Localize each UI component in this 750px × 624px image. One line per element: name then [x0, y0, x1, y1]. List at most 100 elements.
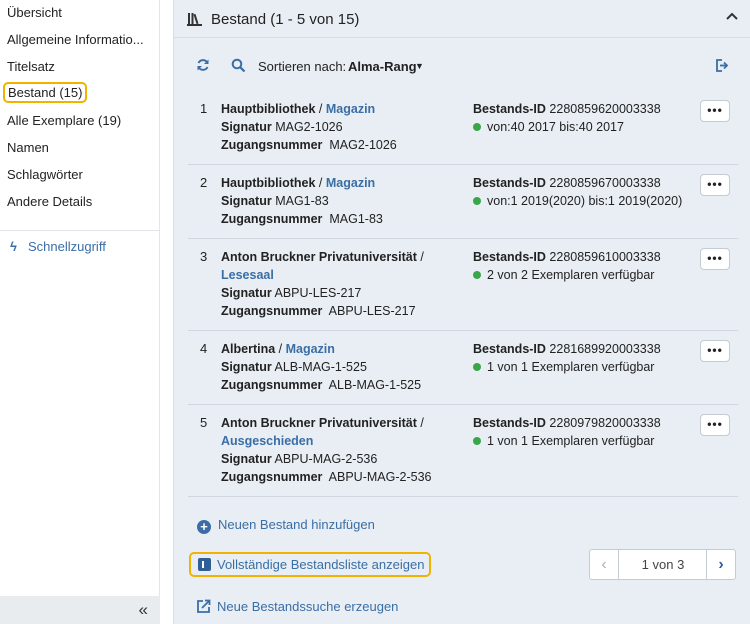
quick-access-link[interactable]: ϟ Schnellzugriff	[10, 239, 106, 254]
library-books-icon	[187, 13, 202, 26]
holding-id: 2280859670003338	[549, 176, 661, 190]
separator: /	[275, 342, 286, 356]
signatur-label: Signatur	[221, 360, 272, 374]
status-text: von:1 2019(2020) bis:1 2019(2020)	[487, 194, 683, 208]
more-actions-button[interactable]: •••	[700, 100, 730, 122]
row-number: 5	[200, 415, 208, 430]
sidebar-collapse-bar: «	[0, 596, 160, 624]
plus-circle-icon: +	[197, 520, 211, 534]
separator: /	[416, 416, 424, 430]
sidebar-item-record[interactable]: Titelsatz	[7, 59, 55, 74]
double-chevron-left-icon[interactable]: «	[139, 600, 148, 620]
signatur-value: ABPU-LES-217	[274, 286, 362, 300]
more-actions-button[interactable]: •••	[700, 248, 730, 270]
holding-row: 4 Albertina / Magazin Signatur ALB-MAG-1…	[188, 331, 738, 405]
zugang-label: Zugangsnummer	[221, 470, 323, 484]
sidebar-item-overview[interactable]: Übersicht	[7, 5, 62, 20]
holding-id-label: Bestands-ID	[473, 342, 546, 356]
separator: /	[315, 102, 326, 116]
chevron-up-icon[interactable]	[725, 9, 739, 23]
signatur-label: Signatur	[221, 194, 272, 208]
zugang-value: MAG2-1026	[329, 138, 397, 152]
more-actions-button[interactable]: •••	[700, 174, 730, 196]
row-number: 4	[200, 341, 208, 356]
location-link[interactable]: Ausgeschieden	[221, 434, 313, 448]
sidebar-item-general-info[interactable]: Allgemeine Informatio...	[7, 32, 144, 47]
signatur-label: Signatur	[221, 120, 272, 134]
lightning-icon: ϟ	[10, 239, 17, 254]
library-name: Anton Bruckner Privatuniversität	[221, 250, 417, 264]
separator: /	[416, 250, 424, 264]
holding-status: Bestands-ID 2280979820003338 1 von 1 Exe…	[473, 414, 703, 450]
sidebar-item-names[interactable]: Namen	[7, 140, 49, 155]
holding-id-label: Bestands-ID	[473, 102, 546, 116]
signatur-label: Signatur	[221, 286, 272, 300]
location-link[interactable]: Magazin	[326, 176, 375, 190]
availability-dot-icon	[473, 363, 481, 371]
show-full-holdings-list-link[interactable]: Vollständige Bestandsliste anzeigen	[189, 552, 432, 577]
holding-id: 2280859620003338	[549, 102, 661, 116]
holding-status: Bestands-ID 2281689920003338 1 von 1 Exe…	[473, 340, 703, 376]
holding-status: Bestands-ID 2280859610003338 2 von 2 Exe…	[473, 248, 703, 284]
chevron-left-icon[interactable]: ‹	[590, 550, 619, 579]
holding-details: Anton Bruckner Privatuniversität / Ausge…	[221, 414, 456, 486]
sort-label: Sortieren nach:	[258, 59, 347, 74]
library-name: Hauptbibliothek	[221, 102, 316, 116]
holdings-list: 1 Hauptbibliothek / Magazin Signatur MAG…	[188, 91, 738, 497]
holding-details: Hauptbibliothek / Magazin Signatur MAG2-…	[221, 100, 456, 154]
more-actions-button[interactable]: •••	[700, 340, 730, 362]
sidebar-item-holdings[interactable]: Bestand (15)	[3, 82, 88, 103]
signatur-value: MAG2-1026	[275, 120, 343, 134]
export-icon[interactable]	[714, 58, 729, 73]
full-list-label: Vollständige Bestandsliste anzeigen	[217, 557, 425, 572]
availability-dot-icon	[473, 123, 481, 131]
signatur-value: MAG1-83	[275, 194, 329, 208]
signatur-value: ALB-MAG-1-525	[274, 360, 367, 374]
quick-access-label: Schnellzugriff	[28, 239, 106, 254]
refresh-icon[interactable]	[196, 58, 210, 72]
add-holding-link[interactable]: + Neuen Bestand hinzufügen	[197, 517, 375, 534]
chevron-right-icon[interactable]: ›	[706, 550, 735, 579]
availability-dot-icon	[473, 197, 481, 205]
pagination: ‹ 1 von 3 ›	[589, 549, 736, 580]
holding-id: 2281689920003338	[549, 342, 661, 356]
zugang-label: Zugangsnummer	[221, 138, 323, 152]
sidebar-item-other-details[interactable]: Andere Details	[7, 194, 92, 209]
holding-row: 1 Hauptbibliothek / Magazin Signatur MAG…	[188, 91, 738, 165]
panel-header: Bestand (1 - 5 von 15)	[174, 0, 750, 38]
holdings-panel: Bestand (1 - 5 von 15) Sortieren nach: A…	[173, 0, 750, 624]
holding-details: Anton Bruckner Privatuniversität / Leses…	[221, 248, 456, 320]
holding-id: 2280859610003338	[549, 250, 661, 264]
library-name: Albertina	[221, 342, 276, 356]
availability-dot-icon	[473, 437, 481, 445]
new-holdings-search-link[interactable]: Neue Bestandssuche erzeugen	[196, 599, 398, 614]
search-icon[interactable]	[231, 58, 246, 73]
more-actions-button[interactable]: •••	[700, 414, 730, 436]
holding-row: 5 Anton Bruckner Privatuniversität / Aus…	[188, 405, 738, 497]
row-number: 3	[200, 249, 208, 264]
signatur-label: Signatur	[221, 452, 272, 466]
sidebar-item-all-items[interactable]: Alle Exemplare (19)	[7, 113, 121, 128]
add-holding-label: Neuen Bestand hinzufügen	[218, 517, 375, 532]
sort-select[interactable]: Alma-Rang	[348, 59, 417, 74]
holding-details: Hauptbibliothek / Magazin Signatur MAG1-…	[221, 174, 456, 228]
location-link[interactable]: Magazin	[326, 102, 375, 116]
page-indicator: 1 von 3	[641, 557, 685, 572]
location-link[interactable]: Magazin	[286, 342, 335, 356]
sidebar-item-subjects[interactable]: Schlagwörter	[7, 167, 83, 182]
list-panel-icon	[198, 558, 211, 571]
row-number: 1	[200, 101, 208, 116]
location-link[interactable]: Lesesaal	[221, 268, 274, 282]
holding-details: Albertina / Magazin Signatur ALB-MAG-1-5…	[221, 340, 456, 394]
holding-id: 2280979820003338	[549, 416, 661, 430]
holding-status: Bestands-ID 2280859620003338 von:40 2017…	[473, 100, 703, 136]
holdings-toolbar: Sortieren nach: Alma-Rang ▼	[174, 50, 750, 82]
row-number: 2	[200, 175, 208, 190]
status-text: 2 von 2 Exemplaren verfügbar	[487, 268, 655, 282]
panel-title: Bestand (1 - 5 von 15)	[211, 11, 360, 28]
zugang-label: Zugangsnummer	[221, 304, 323, 318]
zugang-label: Zugangsnummer	[221, 212, 323, 226]
chevron-down-icon[interactable]: ▼	[415, 61, 424, 71]
zugang-label: Zugangsnummer	[221, 378, 323, 392]
new-search-label: Neue Bestandssuche erzeugen	[217, 599, 399, 614]
